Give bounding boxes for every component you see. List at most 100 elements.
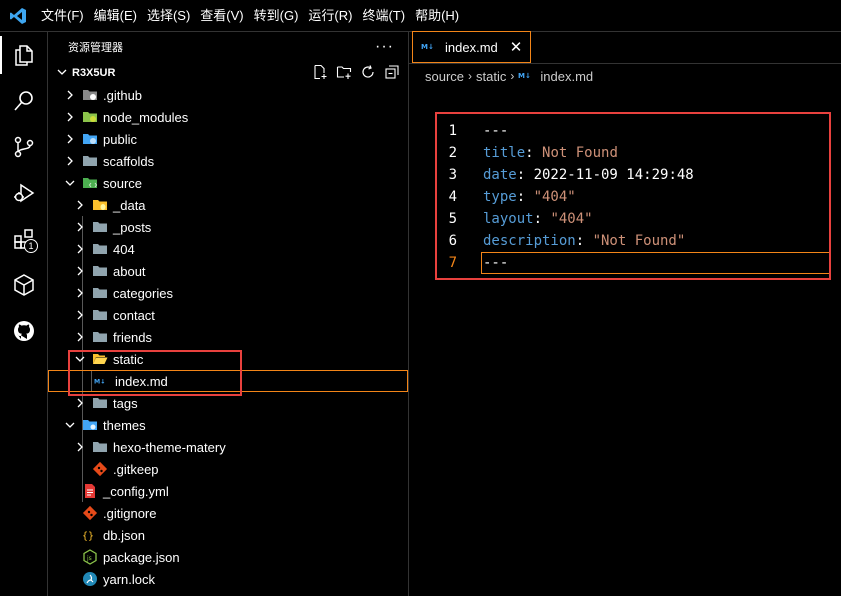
tree-label: public xyxy=(103,131,137,147)
code-line: 6 description: "Not Found" xyxy=(409,230,841,252)
chevron-right-icon xyxy=(72,307,88,323)
folder-icon xyxy=(92,285,108,301)
vscode-logo-icon[interactable] xyxy=(0,0,36,32)
tree-folder-scaffolds[interactable]: scaffolds xyxy=(48,150,408,172)
chevron-right-icon xyxy=(72,439,88,455)
folder-icon xyxy=(92,241,108,257)
tree-folder-hexo-theme-matery[interactable]: hexo-theme-matery xyxy=(48,436,408,458)
remote-explorer-icon xyxy=(14,274,34,296)
yaml-value: --- xyxy=(483,123,509,139)
yaml-value: "404" xyxy=(533,189,576,205)
yaml-value: Not Found xyxy=(542,145,618,161)
yaml-value: "Not Found" xyxy=(592,233,686,249)
node-folder-icon xyxy=(82,109,98,125)
line-number: 3 xyxy=(448,167,457,183)
menu-edit[interactable]: 编辑(E) xyxy=(89,0,142,32)
tree-file-index-md[interactable]: M↓ index.md xyxy=(48,370,408,392)
chevron-down-icon xyxy=(62,175,78,191)
breadcrumb-item[interactable]: index.md xyxy=(540,69,593,84)
svg-text:M↓: M↓ xyxy=(518,72,531,80)
remote-explorer-button[interactable] xyxy=(0,262,48,308)
editor-area: M↓ index.md ✕ source › static › M↓ index… xyxy=(409,31,841,596)
tree-folder-posts[interactable]: _posts xyxy=(48,216,408,238)
yaml-key: description xyxy=(483,233,576,249)
tree-folder-static[interactable]: static xyxy=(48,348,408,370)
yaml-sep: : xyxy=(516,189,534,205)
run-debug-button[interactable] xyxy=(0,170,48,216)
tree-file-db-json[interactable]: {} db.json xyxy=(48,524,408,546)
tree-label: index.md xyxy=(115,373,168,389)
new-file-icon[interactable] xyxy=(312,64,328,83)
folder-icon xyxy=(92,219,108,235)
tree-folder-github[interactable]: .github xyxy=(48,84,408,106)
line-number: 2 xyxy=(448,145,457,161)
collapse-all-icon[interactable] xyxy=(384,64,400,83)
folder-icon xyxy=(82,153,98,169)
yaml-file-icon xyxy=(82,483,98,499)
public-folder-icon xyxy=(82,131,98,147)
tree-file-config-yml[interactable]: _config.yml xyxy=(48,480,408,502)
themes-folder-open-icon xyxy=(82,417,98,433)
file-tree: .github node_modules public scaffolds so… xyxy=(48,84,408,590)
search-button[interactable] xyxy=(0,78,48,124)
breadcrumb-item[interactable]: static xyxy=(476,69,506,84)
tree-folder-categories[interactable]: categories xyxy=(48,282,408,304)
yaml-value: --- xyxy=(483,255,509,271)
tab-label: index.md xyxy=(445,39,498,55)
tree-folder-about[interactable]: about xyxy=(48,260,408,282)
code-line: 4 type: "404" xyxy=(409,186,841,208)
menu-view[interactable]: 查看(V) xyxy=(195,0,248,32)
tree-file-gitkeep[interactable]: .gitkeep xyxy=(48,458,408,480)
code-editor[interactable]: 1 --- 2 title: Not Found 3 date: 2022-11… xyxy=(409,120,841,274)
tree-label: contact xyxy=(113,307,155,323)
github-button[interactable] xyxy=(0,308,48,354)
extensions-button[interactable]: 1 xyxy=(0,216,48,262)
tree-folder-source[interactable]: source xyxy=(48,172,408,194)
menu-file[interactable]: 文件(F) xyxy=(36,0,89,32)
title-bar: 文件(F) 编辑(E) 选择(S) 查看(V) 转到(G) 运行(R) 终端(T… xyxy=(0,0,841,32)
code-line: 2 title: Not Found xyxy=(409,142,841,164)
yaml-sep: : xyxy=(575,233,593,249)
folder-icon xyxy=(92,263,108,279)
chevron-right-icon xyxy=(72,285,88,301)
folder-icon xyxy=(92,307,108,323)
tree-folder-friends[interactable]: friends xyxy=(48,326,408,348)
explorer-button[interactable] xyxy=(0,32,48,78)
menu-run[interactable]: 运行(R) xyxy=(303,0,357,32)
tree-folder-data[interactable]: _data xyxy=(48,194,408,216)
tree-label: _posts xyxy=(113,219,152,235)
new-folder-icon[interactable] xyxy=(336,64,352,83)
tree-folder-public[interactable]: public xyxy=(48,128,408,150)
git-file-icon xyxy=(92,461,108,477)
tab-index-md[interactable]: M↓ index.md ✕ xyxy=(412,31,532,63)
menu-help[interactable]: 帮助(H) xyxy=(410,0,464,32)
tree-folder-themes[interactable]: themes xyxy=(48,414,408,436)
workspace-root[interactable]: R3X5UR xyxy=(48,62,408,84)
tree-label: themes xyxy=(103,417,146,433)
tree-folder-404[interactable]: 404 xyxy=(48,238,408,260)
tree-folder-node-modules[interactable]: node_modules xyxy=(48,106,408,128)
refresh-icon[interactable] xyxy=(360,64,376,83)
code-line: 5 layout: "404" xyxy=(409,208,841,230)
tree-folder-tags[interactable]: tags xyxy=(48,392,408,414)
code-line: 1 --- xyxy=(409,120,841,142)
yaml-key: date xyxy=(483,167,517,183)
menu-terminal[interactable]: 终端(T) xyxy=(357,0,410,32)
yaml-key: title xyxy=(483,145,526,161)
activity-bar: 1 xyxy=(0,32,48,596)
tree-label: hexo-theme-matery xyxy=(113,439,226,455)
menu-selection[interactable]: 选择(S) xyxy=(142,0,195,32)
folder-icon xyxy=(92,329,108,345)
tree-file-yarn-lock[interactable]: yarn.lock xyxy=(48,568,408,590)
markdown-file-icon: M↓ xyxy=(421,40,439,55)
tree-folder-contact[interactable]: contact xyxy=(48,304,408,326)
breadcrumb-item[interactable]: source xyxy=(425,69,464,84)
close-icon[interactable]: ✕ xyxy=(510,40,523,55)
chevron-right-icon xyxy=(62,109,78,125)
yaml-key: layout xyxy=(483,211,534,227)
tree-file-package-json[interactable]: js package.json xyxy=(48,546,408,568)
tree-file-gitignore[interactable]: .gitignore xyxy=(48,502,408,524)
more-actions-icon[interactable]: ··· xyxy=(375,38,394,56)
menu-go[interactable]: 转到(G) xyxy=(249,0,304,32)
source-control-button[interactable] xyxy=(0,124,48,170)
